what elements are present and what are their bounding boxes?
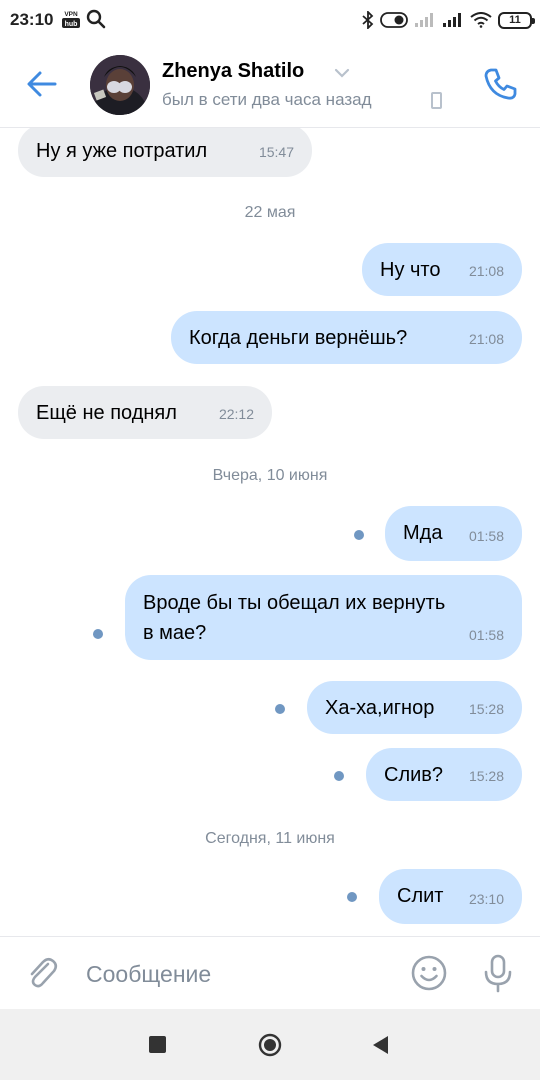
status-bar: 23:10 VPN hub 11 (0, 0, 540, 40)
microphone-icon[interactable] (482, 953, 514, 993)
message-text: Ещё не поднял (36, 402, 177, 424)
message-text: Слит (397, 885, 444, 907)
unread-indicator (347, 892, 357, 902)
chat-screen: 23:10 VPN hub 11 Zhenya Shatilo был в се… (0, 0, 540, 1080)
message-bubble[interactable]: Ещё не поднял 22:12 (18, 386, 272, 439)
message-text: Вроде бы ты обещал их вернуть (143, 592, 446, 614)
signal-icon (443, 13, 461, 27)
signal-icon (415, 13, 433, 27)
contact-status: был в сети два часа назад (162, 90, 372, 109)
message-text: в мае? (143, 622, 207, 644)
message-bubble[interactable]: Когда деньги вернёшь? 21:08 (171, 311, 522, 364)
message-time: 01:58 (468, 627, 504, 643)
status-icons: 11 (362, 9, 535, 31)
recents-square-icon[interactable] (149, 1036, 166, 1053)
message-time: 22:12 (218, 406, 254, 422)
unread-indicator (275, 704, 285, 714)
battery-icon: 11 (498, 11, 535, 29)
paperclip-icon[interactable] (24, 955, 60, 991)
message-list[interactable]: Ну я уже потратил 15:47 22 мая Ну что 21… (0, 128, 540, 936)
system-nav-bar (0, 1009, 540, 1080)
message-composer (0, 936, 540, 1009)
search-icon (86, 9, 106, 29)
message-time: 23:10 (468, 891, 504, 907)
message-time: 15:28 (468, 768, 504, 784)
unread-indicator (354, 530, 364, 540)
date-separator: 22 мая (244, 204, 296, 221)
message-bubble[interactable]: Мда 01:58 (385, 506, 522, 561)
chat-header: Zhenya Shatilo был в сети два часа назад (0, 40, 540, 128)
battery-level: 11 (509, 14, 521, 26)
mobile-device-icon (431, 92, 442, 109)
unread-indicator (334, 771, 344, 781)
message-time: 01:58 (468, 528, 504, 544)
message-bubble[interactable]: Ну я уже потратил 15:47 (18, 128, 312, 177)
toggle-icon (380, 12, 408, 28)
message-input[interactable] (86, 957, 386, 991)
message-time: 21:08 (468, 331, 504, 347)
chevron-down-icon[interactable] (334, 68, 350, 78)
status-time: 23:10 (10, 10, 54, 29)
phone-icon[interactable] (480, 64, 520, 104)
contact-name[interactable]: Zhenya Shatilo (162, 60, 304, 83)
message-time: 15:47 (258, 144, 294, 160)
message-bubble[interactable]: Слит 23:10 (379, 869, 522, 924)
message-text: Слив? (384, 764, 444, 786)
svg-text:hub: hub (65, 21, 78, 28)
message-time: 15:28 (468, 701, 504, 717)
date-separator: Вчера, 10 июня (212, 467, 328, 484)
message-time: 21:08 (468, 263, 504, 279)
message-bubble[interactable]: Слив? 15:28 (366, 748, 522, 801)
message-bubble[interactable]: Ха-ха,игнор 15:28 (307, 681, 522, 734)
back-arrow-icon[interactable] (22, 64, 62, 104)
home-circle-icon[interactable] (258, 1033, 282, 1057)
unread-indicator (93, 629, 103, 639)
emoji-icon[interactable] (410, 954, 448, 992)
message-text: Ну что (380, 259, 441, 281)
date-separator: Сегодня, 11 июня (205, 830, 335, 847)
message-text: Ну я уже потратил (36, 140, 208, 162)
message-bubble[interactable]: Вроде бы ты обещал их вернуть в мае? 01:… (125, 575, 522, 660)
message-text: Ха-ха,игнор (325, 697, 435, 719)
message-bubble[interactable]: Ну что 21:08 (362, 243, 522, 296)
avatar-image (90, 55, 150, 115)
message-text: Мда (403, 522, 443, 544)
vpn-hub-icon: VPN hub (62, 11, 80, 28)
wifi-icon (470, 12, 492, 28)
svg-text:VPN: VPN (64, 11, 78, 18)
back-triangle-icon[interactable] (370, 1034, 390, 1056)
avatar[interactable] (90, 55, 150, 115)
message-text: Когда деньги вернёшь? (189, 327, 408, 349)
bluetooth-icon (362, 11, 374, 29)
